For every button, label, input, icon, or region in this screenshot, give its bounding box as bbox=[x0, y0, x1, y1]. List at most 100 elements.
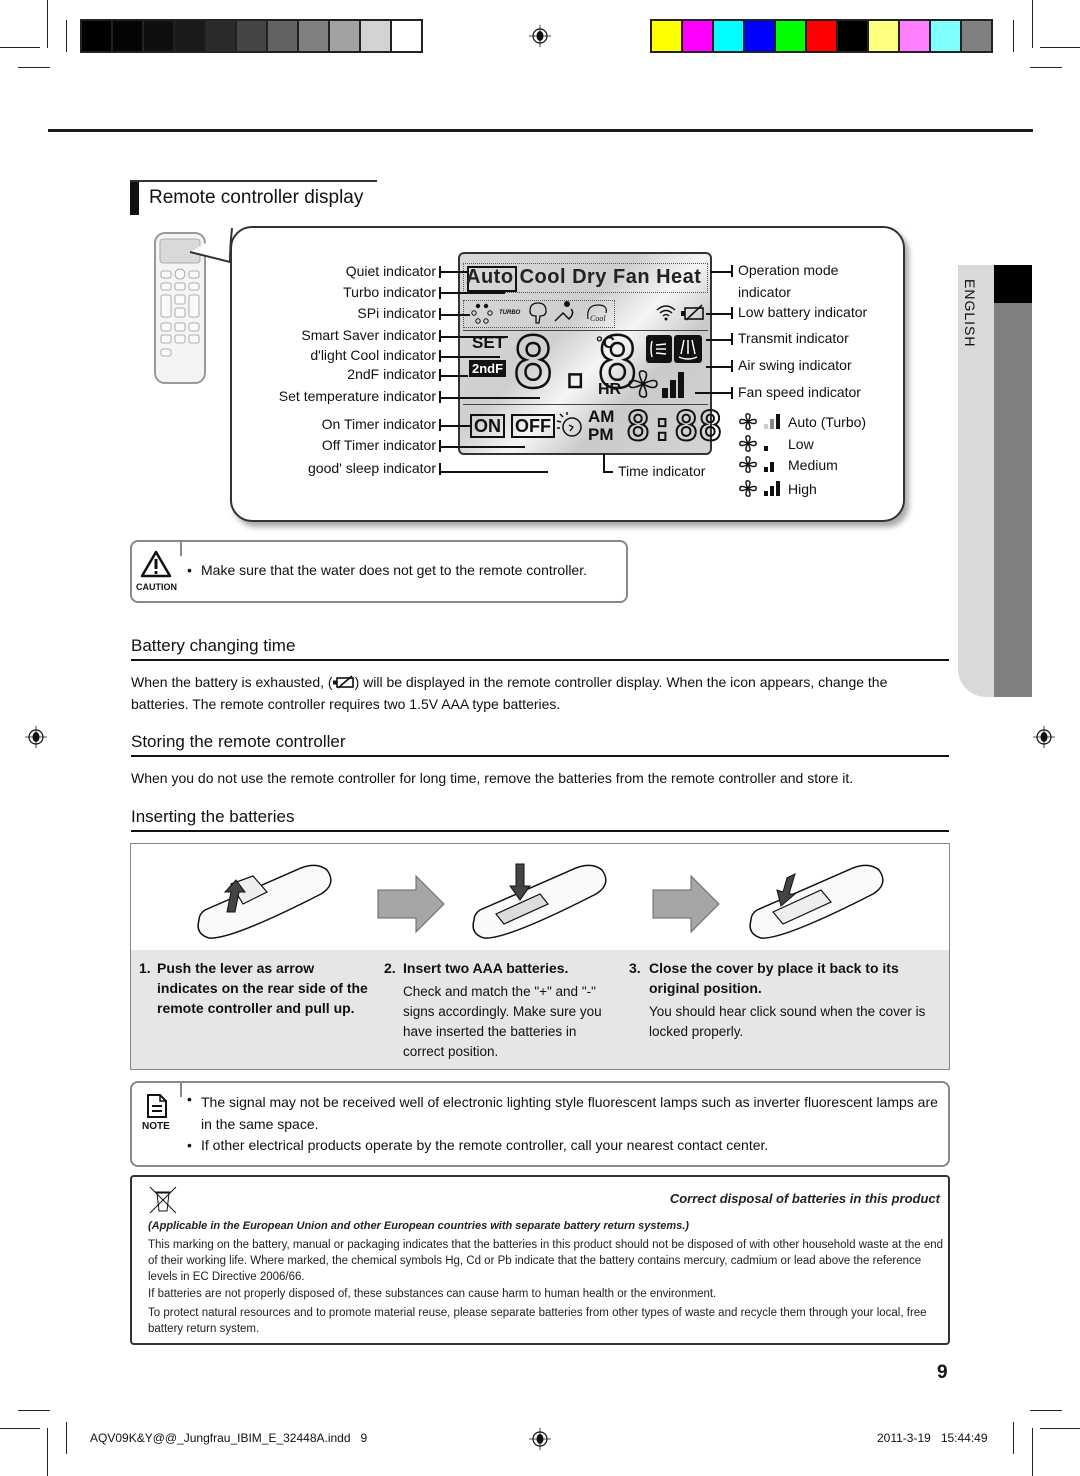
leader-line bbox=[695, 392, 732, 394]
step-number: 2. bbox=[384, 960, 396, 976]
step-body: Check and match the "+" and "-" signs ac… bbox=[403, 984, 602, 1059]
gray-swatch bbox=[206, 21, 235, 51]
crop-mark bbox=[18, 1410, 50, 1411]
gray-swatch bbox=[82, 21, 111, 51]
step-1: 1. Push the lever as arrow indicates on … bbox=[139, 958, 371, 1018]
note-item-1: The signal may not be received well of e… bbox=[201, 1094, 938, 1132]
fan-speed-legend-row: Medium bbox=[738, 455, 838, 474]
caution-text: Make sure that the water does not get to… bbox=[201, 562, 587, 578]
battery-text-b: ) will be displayed in the remote contro… bbox=[354, 674, 888, 690]
fan-icon bbox=[628, 370, 658, 398]
battery-text-c: batteries. The remote controller require… bbox=[131, 696, 561, 712]
page-number: 9 bbox=[937, 1362, 948, 1383]
spi-icon bbox=[471, 303, 493, 324]
leader-line bbox=[706, 339, 732, 341]
crop-mark bbox=[66, 1422, 67, 1454]
caution-label: CAUTION bbox=[136, 582, 177, 592]
crop-mark bbox=[66, 20, 67, 52]
disposal-paragraph-2: If batteries are not properly disposed o… bbox=[148, 1288, 717, 1300]
operation-modes: Auto Cool Dry Fan Heat bbox=[466, 266, 702, 288]
heading-rule bbox=[131, 755, 949, 757]
color-swatch bbox=[931, 21, 960, 51]
low-battery-icon bbox=[681, 304, 704, 321]
leader-line bbox=[706, 313, 732, 315]
gray-swatch bbox=[330, 21, 359, 51]
leader-line bbox=[440, 356, 500, 358]
leader-line bbox=[440, 446, 525, 448]
registration-mark-icon bbox=[529, 1428, 551, 1450]
leader-line bbox=[440, 271, 468, 273]
turbo-icon: TURBO bbox=[499, 310, 521, 316]
fan-speed-legend-row: Low bbox=[738, 434, 814, 453]
indicator-label: Fan speed indicator bbox=[738, 384, 861, 400]
cmyk-color-bar bbox=[650, 19, 993, 53]
indicator-label: Quiet indicator bbox=[345, 263, 436, 279]
fan-speed-label: Medium bbox=[788, 456, 838, 473]
leader-line bbox=[440, 471, 548, 473]
leader-line bbox=[603, 471, 613, 473]
leader-line bbox=[440, 292, 505, 294]
step-heading: Close the cover by place it back to its … bbox=[649, 960, 899, 996]
indicator-label: Operation mode bbox=[738, 262, 839, 278]
indicator-label: Set temperature indicator bbox=[278, 388, 436, 404]
footer-timestamp: 2011-3-19 15:44:49 bbox=[877, 1431, 988, 1445]
steps-text: 1. Push the lever as arrow indicates on … bbox=[131, 950, 949, 1069]
color-swatch bbox=[838, 21, 867, 51]
gray-swatch bbox=[361, 21, 390, 51]
disposal-paragraph-3: To protect natural resources and to prom… bbox=[148, 1307, 927, 1335]
caution-warning-icon bbox=[140, 550, 172, 578]
fan-speed-bars bbox=[764, 481, 780, 496]
crossed-bin-icon bbox=[149, 1186, 177, 1214]
caution-divider bbox=[180, 540, 182, 556]
crop-mark bbox=[1040, 47, 1080, 48]
second-f-badge: 2ndF bbox=[469, 360, 507, 377]
fan-icon bbox=[739, 480, 757, 497]
step-heading: Insert two AAA batteries. bbox=[403, 960, 569, 976]
registration-mark-icon bbox=[25, 726, 47, 748]
next-arrow-icon bbox=[652, 874, 720, 934]
fan-speed-bars bbox=[662, 372, 684, 398]
crop-mark bbox=[0, 1428, 40, 1429]
gray-color-bar bbox=[80, 19, 423, 53]
low-battery-inline-icon bbox=[332, 675, 354, 689]
indicator-label: Off Timer indicator bbox=[321, 437, 436, 453]
fan-speed-label: Auto (Turbo) bbox=[788, 413, 867, 430]
step-3: 3. Close the cover by place it back to i… bbox=[629, 958, 934, 1042]
indicator-label: indicator bbox=[738, 284, 791, 300]
disposal-paragraph-1: This marking on the battery, manual or p… bbox=[148, 1239, 944, 1283]
crop-mark bbox=[1030, 1410, 1062, 1411]
registration-mark-icon bbox=[1033, 726, 1055, 748]
indicator-label: SPi indicator bbox=[357, 305, 436, 321]
time-indicator-label: Time indicator bbox=[618, 463, 706, 479]
fan-speed-bars bbox=[764, 457, 774, 472]
fan-icon bbox=[739, 413, 757, 430]
tab-dark-strip bbox=[994, 265, 1032, 697]
fan-speed-bars bbox=[764, 414, 780, 429]
crop-mark bbox=[18, 67, 50, 68]
leader-line bbox=[440, 397, 540, 399]
indicator-label: Transmit indicator bbox=[738, 330, 849, 346]
indicator-label: Turbo indicator bbox=[343, 284, 436, 300]
color-swatch bbox=[962, 21, 991, 51]
step-body: You should hear click sound when the cov… bbox=[649, 1004, 926, 1039]
language-label: ENGLISH bbox=[962, 279, 978, 348]
note-label: NOTE bbox=[142, 1121, 170, 1132]
color-swatch bbox=[776, 21, 805, 51]
remote-close-cover-illustration bbox=[749, 864, 884, 939]
leader-line bbox=[440, 425, 470, 427]
leader-line bbox=[706, 366, 732, 368]
leader-line bbox=[440, 336, 508, 338]
good-sleep-icon bbox=[556, 412, 582, 437]
note-bullet: • bbox=[187, 1137, 192, 1153]
pm-label: PM bbox=[588, 425, 614, 444]
steps-illustrations bbox=[131, 844, 949, 950]
step-2: 2. Insert two AAA batteries. Check and m… bbox=[384, 958, 609, 1062]
note-document-icon bbox=[147, 1094, 167, 1118]
disposal-title: Correct disposal of batteries in this pr… bbox=[669, 1191, 940, 1206]
footer-filename: AQV09K&Y@@_Jungfrau_IBIM_E_32448A.indd 9 bbox=[90, 1431, 368, 1445]
gray-swatch bbox=[113, 21, 142, 51]
indicator-label: Low battery indicator bbox=[738, 304, 868, 320]
battery-disposal-box: Correct disposal of batteries in this pr… bbox=[130, 1175, 950, 1345]
on-timer-box: ON bbox=[470, 414, 505, 438]
heading-rule bbox=[131, 659, 949, 661]
